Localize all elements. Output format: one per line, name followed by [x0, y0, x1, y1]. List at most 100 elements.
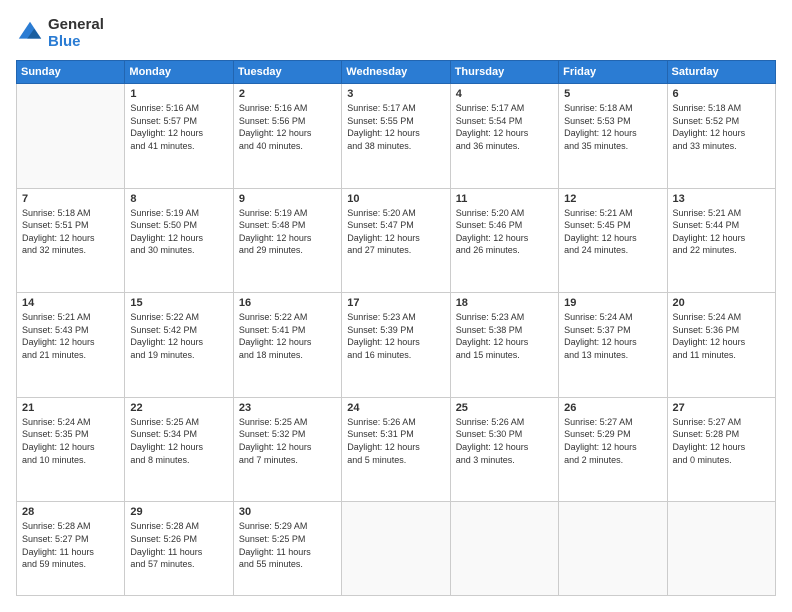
day-info: Sunrise: 5:21 AM Sunset: 5:44 PM Dayligh… — [673, 207, 770, 257]
day-info: Sunrise: 5:26 AM Sunset: 5:30 PM Dayligh… — [456, 416, 553, 466]
calendar-cell: 23 Sunrise: 5:25 AM Sunset: 5:32 PM Dayli… — [233, 397, 341, 502]
day-number: 20 — [673, 297, 770, 309]
header: General Blue — [16, 16, 776, 50]
calendar-cell: 15 Sunrise: 5:22 AM Sunset: 5:42 PM Dayli… — [125, 293, 233, 398]
calendar-cell: 14Sunrise: 5:21 AM Sunset: 5:43 PM Dayli… — [17, 293, 125, 398]
day-number: 13 — [673, 193, 770, 205]
calendar-cell: 6 Sunrise: 5:18 AM Sunset: 5:52 PM Daylig… — [667, 84, 775, 189]
calendar-cell: 13 Sunrise: 5:21 AM Sunset: 5:44 PM Dayli… — [667, 188, 775, 293]
calendar-cell — [17, 84, 125, 189]
weekday-header-sunday: Sunday — [17, 61, 125, 84]
day-info: Sunrise: 5:19 AM Sunset: 5:48 PM Dayligh… — [239, 207, 336, 257]
day-number: 15 — [130, 297, 227, 309]
calendar-cell: 20 Sunrise: 5:24 AM Sunset: 5:36 PM Dayli… — [667, 293, 775, 398]
day-number: 22 — [130, 402, 227, 414]
day-info: Sunrise: 5:16 AM Sunset: 5:56 PM Dayligh… — [239, 102, 336, 152]
calendar-cell: 7 Sunrise: 5:18 AM Sunset: 5:51 PM Daylig… — [17, 188, 125, 293]
day-number: 9 — [239, 193, 336, 205]
day-number: 19 — [564, 297, 661, 309]
calendar-cell — [450, 502, 558, 596]
calendar-cell: 25 Sunrise: 5:26 AM Sunset: 5:30 PM Dayli… — [450, 397, 558, 502]
day-number: 16 — [239, 297, 336, 309]
day-info: Sunrise: 5:24 AM Sunset: 5:37 PM Dayligh… — [564, 311, 661, 361]
calendar-cell: 11 Sunrise: 5:20 AM Sunset: 5:46 PM Dayli… — [450, 188, 558, 293]
calendar-cell: 28 Sunrise: 5:28 AM Sunset: 5:27 PM Dayli… — [17, 502, 125, 596]
day-number: 21 — [22, 402, 119, 414]
week-row-3: 14Sunrise: 5:21 AM Sunset: 5:43 PM Dayli… — [17, 293, 776, 398]
calendar-cell — [559, 502, 667, 596]
weekday-header-tuesday: Tuesday — [233, 61, 341, 84]
day-info: Sunrise: 5:23 AM Sunset: 5:38 PM Dayligh… — [456, 311, 553, 361]
day-info: Sunrise: 5:18 AM Sunset: 5:53 PM Dayligh… — [564, 102, 661, 152]
logo-text: General Blue — [48, 16, 104, 50]
day-number: 28 — [22, 506, 119, 518]
calendar-cell: 29 Sunrise: 5:28 AM Sunset: 5:26 PM Dayli… — [125, 502, 233, 596]
calendar-cell: 17 Sunrise: 5:23 AM Sunset: 5:39 PM Dayli… — [342, 293, 450, 398]
day-info: Sunrise: 5:17 AM Sunset: 5:54 PM Dayligh… — [456, 102, 553, 152]
day-info: Sunrise: 5:27 AM Sunset: 5:28 PM Dayligh… — [673, 416, 770, 466]
day-number: 26 — [564, 402, 661, 414]
day-number: 23 — [239, 402, 336, 414]
calendar-cell: 8Sunrise: 5:19 AM Sunset: 5:50 PM Daylig… — [125, 188, 233, 293]
calendar-cell: 3 Sunrise: 5:17 AM Sunset: 5:55 PM Daylig… — [342, 84, 450, 189]
day-number: 27 — [673, 402, 770, 414]
day-info: Sunrise: 5:25 AM Sunset: 5:34 PM Dayligh… — [130, 416, 227, 466]
weekday-header-wednesday: Wednesday — [342, 61, 450, 84]
page: General Blue SundayMondayTuesdayWednesda… — [0, 0, 792, 612]
day-info: Sunrise: 5:22 AM Sunset: 5:42 PM Dayligh… — [130, 311, 227, 361]
day-info: Sunrise: 5:21 AM Sunset: 5:45 PM Dayligh… — [564, 207, 661, 257]
day-info: Sunrise: 5:17 AM Sunset: 5:55 PM Dayligh… — [347, 102, 444, 152]
day-number: 11 — [456, 193, 553, 205]
day-info: Sunrise: 5:19 AM Sunset: 5:50 PM Dayligh… — [130, 207, 227, 257]
calendar-cell: 4 Sunrise: 5:17 AM Sunset: 5:54 PM Daylig… — [450, 84, 558, 189]
day-number: 10 — [347, 193, 444, 205]
day-info: Sunrise: 5:29 AM Sunset: 5:25 PM Dayligh… — [239, 520, 336, 570]
day-info: Sunrise: 5:28 AM Sunset: 5:26 PM Dayligh… — [130, 520, 227, 570]
calendar-cell: 16 Sunrise: 5:22 AM Sunset: 5:41 PM Dayli… — [233, 293, 341, 398]
calendar-cell — [667, 502, 775, 596]
day-info: Sunrise: 5:28 AM Sunset: 5:27 PM Dayligh… — [22, 520, 119, 570]
day-info: Sunrise: 5:24 AM Sunset: 5:35 PM Dayligh… — [22, 416, 119, 466]
calendar-cell — [342, 502, 450, 596]
day-info: Sunrise: 5:21 AM Sunset: 5:43 PM Dayligh… — [22, 311, 119, 361]
day-number: 30 — [239, 506, 336, 518]
week-row-4: 21 Sunrise: 5:24 AM Sunset: 5:35 PM Dayli… — [17, 397, 776, 502]
day-number: 4 — [456, 88, 553, 100]
day-number: 6 — [673, 88, 770, 100]
day-info: Sunrise: 5:26 AM Sunset: 5:31 PM Dayligh… — [347, 416, 444, 466]
day-info: Sunrise: 5:20 AM Sunset: 5:46 PM Dayligh… — [456, 207, 553, 257]
week-row-1: 1Sunrise: 5:16 AM Sunset: 5:57 PM Daylig… — [17, 84, 776, 189]
day-info: Sunrise: 5:24 AM Sunset: 5:36 PM Dayligh… — [673, 311, 770, 361]
day-info: Sunrise: 5:18 AM Sunset: 5:52 PM Dayligh… — [673, 102, 770, 152]
week-row-2: 7 Sunrise: 5:18 AM Sunset: 5:51 PM Daylig… — [17, 188, 776, 293]
day-info: Sunrise: 5:20 AM Sunset: 5:47 PM Dayligh… — [347, 207, 444, 257]
calendar-cell: 21 Sunrise: 5:24 AM Sunset: 5:35 PM Dayli… — [17, 397, 125, 502]
day-number: 29 — [130, 506, 227, 518]
weekday-header-saturday: Saturday — [667, 61, 775, 84]
day-number: 5 — [564, 88, 661, 100]
calendar-cell: 27 Sunrise: 5:27 AM Sunset: 5:28 PM Dayli… — [667, 397, 775, 502]
weekday-header-monday: Monday — [125, 61, 233, 84]
calendar-cell: 26Sunrise: 5:27 AM Sunset: 5:29 PM Dayli… — [559, 397, 667, 502]
calendar-cell: 5 Sunrise: 5:18 AM Sunset: 5:53 PM Daylig… — [559, 84, 667, 189]
day-number: 24 — [347, 402, 444, 414]
calendar-cell: 19 Sunrise: 5:24 AM Sunset: 5:37 PM Dayli… — [559, 293, 667, 398]
calendar-cell: 18Sunrise: 5:23 AM Sunset: 5:38 PM Dayli… — [450, 293, 558, 398]
day-info: Sunrise: 5:25 AM Sunset: 5:32 PM Dayligh… — [239, 416, 336, 466]
day-info: Sunrise: 5:18 AM Sunset: 5:51 PM Dayligh… — [22, 207, 119, 257]
week-row-5: 28 Sunrise: 5:28 AM Sunset: 5:27 PM Dayli… — [17, 502, 776, 596]
calendar: SundayMondayTuesdayWednesdayThursdayFrid… — [16, 60, 776, 596]
day-number: 3 — [347, 88, 444, 100]
logo: General Blue — [16, 16, 104, 50]
calendar-cell: 24 Sunrise: 5:26 AM Sunset: 5:31 PM Dayli… — [342, 397, 450, 502]
day-info: Sunrise: 5:22 AM Sunset: 5:41 PM Dayligh… — [239, 311, 336, 361]
day-number: 25 — [456, 402, 553, 414]
day-info: Sunrise: 5:16 AM Sunset: 5:57 PM Dayligh… — [130, 102, 227, 152]
day-number: 17 — [347, 297, 444, 309]
calendar-cell: 12Sunrise: 5:21 AM Sunset: 5:45 PM Dayli… — [559, 188, 667, 293]
day-info: Sunrise: 5:23 AM Sunset: 5:39 PM Dayligh… — [347, 311, 444, 361]
day-number: 7 — [22, 193, 119, 205]
weekday-header-thursday: Thursday — [450, 61, 558, 84]
calendar-cell: 30 Sunrise: 5:29 AM Sunset: 5:25 PM Dayli… — [233, 502, 341, 596]
calendar-cell: 2Sunrise: 5:16 AM Sunset: 5:56 PM Daylig… — [233, 84, 341, 189]
